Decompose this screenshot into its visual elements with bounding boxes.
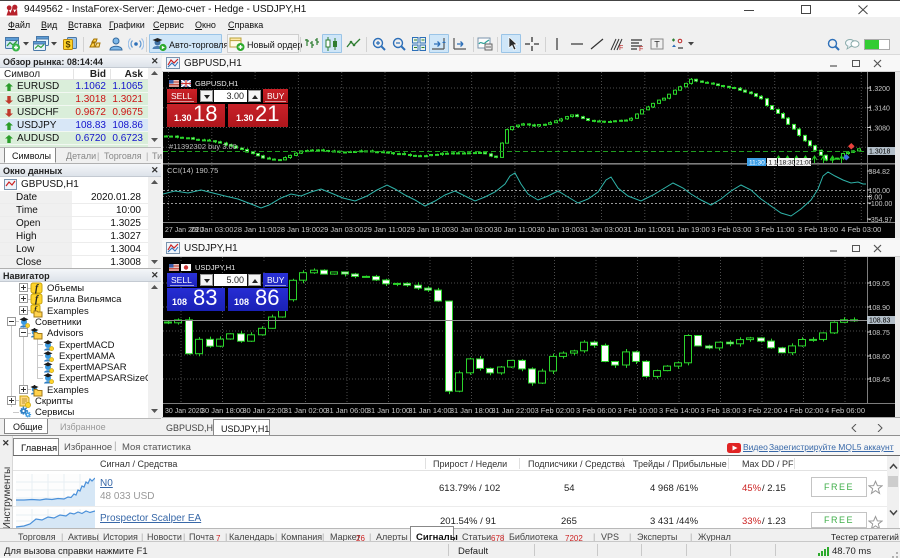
svg-text:31 Jan 06:00: 31 Jan 06:00 bbox=[325, 406, 368, 415]
svg-text:1 1: 1 1 bbox=[769, 160, 778, 167]
svg-text:3 Feb 14:00: 3 Feb 14:00 bbox=[659, 406, 699, 415]
svg-text:31 Jan 02:00: 31 Jan 02:00 bbox=[284, 406, 327, 415]
svg-text:11:30: 11:30 bbox=[749, 160, 765, 167]
svg-text:Скрипты: Скрипты bbox=[35, 396, 73, 407]
svg-text:T: T bbox=[654, 40, 660, 50]
svg-text:Examples: Examples bbox=[47, 385, 89, 396]
svg-text:Советники: Советники bbox=[35, 317, 81, 328]
svg-text:1.3200: 1.3200 bbox=[869, 86, 891, 93]
svg-text:3 Feb 11:00: 3 Feb 11:00 bbox=[755, 225, 794, 234]
svg-text:31 Jan 03:00: 31 Jan 03:00 bbox=[580, 225, 623, 234]
svg-text:29 Jan 19:00: 29 Jan 19:00 bbox=[407, 225, 450, 234]
svg-text:30 Jan 19:00: 30 Jan 19:00 bbox=[537, 225, 580, 234]
svg-text:#11392302 buy 3.00: #11392302 buy 3.00 bbox=[169, 142, 237, 151]
svg-text:30 Jan 11:00: 30 Jan 11:00 bbox=[493, 225, 536, 234]
svg-text:4 Feb 06:00: 4 Feb 06:00 bbox=[825, 406, 865, 415]
svg-text:30 Jan 2020: 30 Jan 2020 bbox=[165, 408, 204, 415]
svg-text:21:00: 21:00 bbox=[796, 160, 813, 167]
svg-text:31 Jan 10:00: 31 Jan 10:00 bbox=[367, 406, 410, 415]
svg-text:31 Jan 18:00: 31 Jan 18:00 bbox=[450, 406, 493, 415]
svg-text:108.45: 108.45 bbox=[869, 377, 891, 384]
svg-text:-354.97: -354.97 bbox=[869, 217, 893, 224]
svg-text:384.82: 384.82 bbox=[869, 169, 891, 176]
svg-text:ExpertMACD: ExpertMACD bbox=[59, 340, 115, 351]
svg-text:3 Feb 02:00: 3 Feb 02:00 bbox=[534, 406, 574, 415]
svg-text:31 Jan 11:00: 31 Jan 11:00 bbox=[623, 225, 666, 234]
svg-text:3 Feb 22:00: 3 Feb 22:00 bbox=[742, 406, 782, 415]
svg-text:31 Jan 22:00: 31 Jan 22:00 bbox=[491, 406, 534, 415]
svg-text:28 Jan 11:00: 28 Jan 11:00 bbox=[234, 225, 277, 234]
svg-text:108.90: 108.90 bbox=[869, 305, 891, 312]
svg-text:28 Jan 03:00: 28 Jan 03:00 bbox=[190, 225, 233, 234]
svg-text:109.05: 109.05 bbox=[869, 281, 891, 288]
svg-text:Advisors: Advisors bbox=[47, 328, 84, 339]
svg-text:3 Feb 03:00: 3 Feb 03:00 bbox=[711, 225, 751, 234]
svg-text:Examples: Examples bbox=[47, 306, 89, 317]
svg-text:3 Feb 19:00: 3 Feb 19:00 bbox=[798, 225, 838, 234]
svg-text:29 Jan 11:00: 29 Jan 11:00 bbox=[364, 225, 407, 234]
svg-text:108.75: 108.75 bbox=[869, 330, 891, 337]
svg-text:F: F bbox=[639, 46, 643, 52]
svg-text:3 Feb 18:00: 3 Feb 18:00 bbox=[700, 406, 740, 415]
svg-text:108.60: 108.60 bbox=[869, 354, 891, 361]
svg-text:Сервисы: Сервисы bbox=[35, 407, 75, 418]
svg-text:18:30: 18:30 bbox=[779, 160, 796, 167]
svg-text:30 Jan 22:00: 30 Jan 22:00 bbox=[242, 406, 285, 415]
svg-text:1.3140: 1.3140 bbox=[869, 106, 891, 113]
svg-text:F: F bbox=[619, 45, 623, 52]
svg-text:31 Jan 14:00: 31 Jan 14:00 bbox=[408, 406, 451, 415]
svg-text:Объемы: Объемы bbox=[47, 283, 84, 294]
svg-text:108.83: 108.83 bbox=[869, 318, 891, 325]
svg-text:ExpertMAPSARSizeOptim: ExpertMAPSARSizeOptim bbox=[59, 373, 148, 384]
svg-text:30 Jan 18:00: 30 Jan 18:00 bbox=[201, 406, 244, 415]
svg-text:ExpertMAPSAR: ExpertMAPSAR bbox=[59, 362, 127, 373]
svg-text:1.3018: 1.3018 bbox=[869, 149, 891, 156]
svg-text:Билла Вильямса: Билла Вильямса bbox=[47, 294, 122, 305]
svg-text:31 Jan 19:00: 31 Jan 19:00 bbox=[666, 225, 709, 234]
svg-text:ExpertMAMA: ExpertMAMA bbox=[59, 351, 116, 362]
svg-text:4 Feb 03:00: 4 Feb 03:00 bbox=[841, 225, 881, 234]
svg-text:4 Feb 02:00: 4 Feb 02:00 bbox=[783, 406, 823, 415]
svg-text:3 Feb 06:00: 3 Feb 06:00 bbox=[576, 406, 616, 415]
svg-text:$: $ bbox=[65, 40, 70, 50]
svg-text:30 Jan 03:00: 30 Jan 03:00 bbox=[450, 225, 493, 234]
svg-text:3 Feb 10:00: 3 Feb 10:00 bbox=[617, 406, 657, 415]
svg-text:CCI(14) 190.75: CCI(14) 190.75 bbox=[167, 166, 218, 175]
svg-text:-100.00: -100.00 bbox=[869, 201, 893, 208]
svg-text:28 Jan 19:00: 28 Jan 19:00 bbox=[277, 225, 320, 234]
svg-text:29 Jan 03:00: 29 Jan 03:00 bbox=[320, 225, 363, 234]
svg-text:1.3080: 1.3080 bbox=[869, 126, 891, 133]
